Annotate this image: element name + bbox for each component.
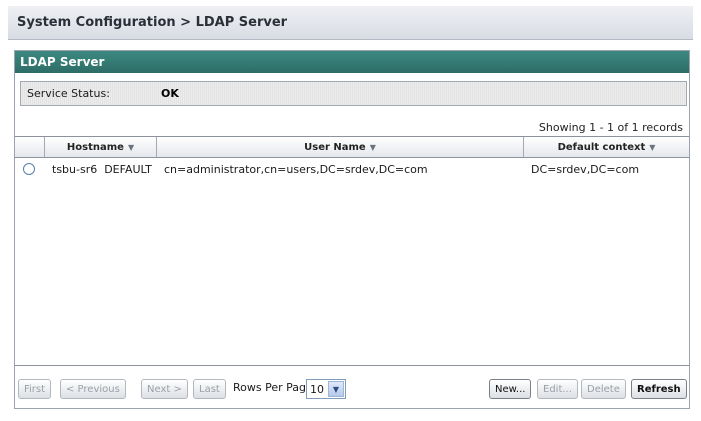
column-label: Default context <box>557 141 646 153</box>
refresh-button[interactable]: Refresh <box>631 379 687 399</box>
records-count: Showing 1 - 1 of 1 records <box>538 121 683 134</box>
service-status-label: Service Status: <box>27 87 110 100</box>
chevron-down-icon[interactable]: ▼ <box>328 381 344 397</box>
breadcrumb: System Configuration > LDAP Server <box>17 15 288 30</box>
service-status-box: Service Status: OK <box>20 81 687 106</box>
page-title-bar: System Configuration > LDAP Server <box>8 6 693 40</box>
column-header-default-context[interactable]: Default context ▼ <box>524 137 689 157</box>
row-select-radio[interactable] <box>23 163 35 175</box>
column-header-hostname[interactable]: Hostname ▼ <box>45 137 157 157</box>
table-row[interactable]: tsbu-sr6 DEFAULT cn=administrator,cn=use… <box>15 158 689 180</box>
ldap-table: Hostname ▼ User Name ▼ Default context ▼… <box>15 136 689 366</box>
delete-button[interactable]: Delete <box>581 379 626 399</box>
table-header: Hostname ▼ User Name ▼ Default context ▼ <box>15 137 689 158</box>
panel-title: LDAP Server <box>15 51 689 73</box>
edit-button[interactable]: Edit... <box>537 379 578 399</box>
column-header-user-name[interactable]: User Name ▼ <box>157 137 524 157</box>
select-column-header <box>15 137 45 157</box>
first-page-button[interactable]: First <box>18 379 52 399</box>
ldap-server-panel: LDAP Server Service Status: OK Showing 1… <box>14 50 690 409</box>
sort-arrow-icon: ▼ <box>127 142 135 152</box>
user-name-cell: cn=administrator,cn=users,DC=srdev,DC=co… <box>164 162 428 176</box>
rows-per-page-value: 10 <box>310 382 324 396</box>
rows-per-page-label: Rows Per Page: <box>233 381 317 394</box>
last-page-button[interactable]: Last <box>193 379 226 399</box>
next-page-button[interactable]: Next > <box>141 379 188 399</box>
rows-per-page-select[interactable]: 10 ▼ <box>306 379 346 399</box>
column-label: User Name <box>304 141 366 153</box>
sort-arrow-icon: ▼ <box>649 142 656 152</box>
default-context-cell: DC=srdev,DC=com <box>531 162 640 176</box>
row-select-cell <box>15 163 45 175</box>
previous-page-button[interactable]: < Previous <box>60 379 126 399</box>
new-button[interactable]: New... <box>489 379 532 399</box>
table-footer: First < Previous Next > Last Rows Per Pa… <box>15 369 689 409</box>
column-label: Hostname <box>66 141 124 153</box>
service-status-value: OK <box>161 87 179 100</box>
hostname-cell: tsbu-sr6 DEFAULT <box>52 162 152 176</box>
sort-arrow-icon: ▼ <box>369 142 376 152</box>
